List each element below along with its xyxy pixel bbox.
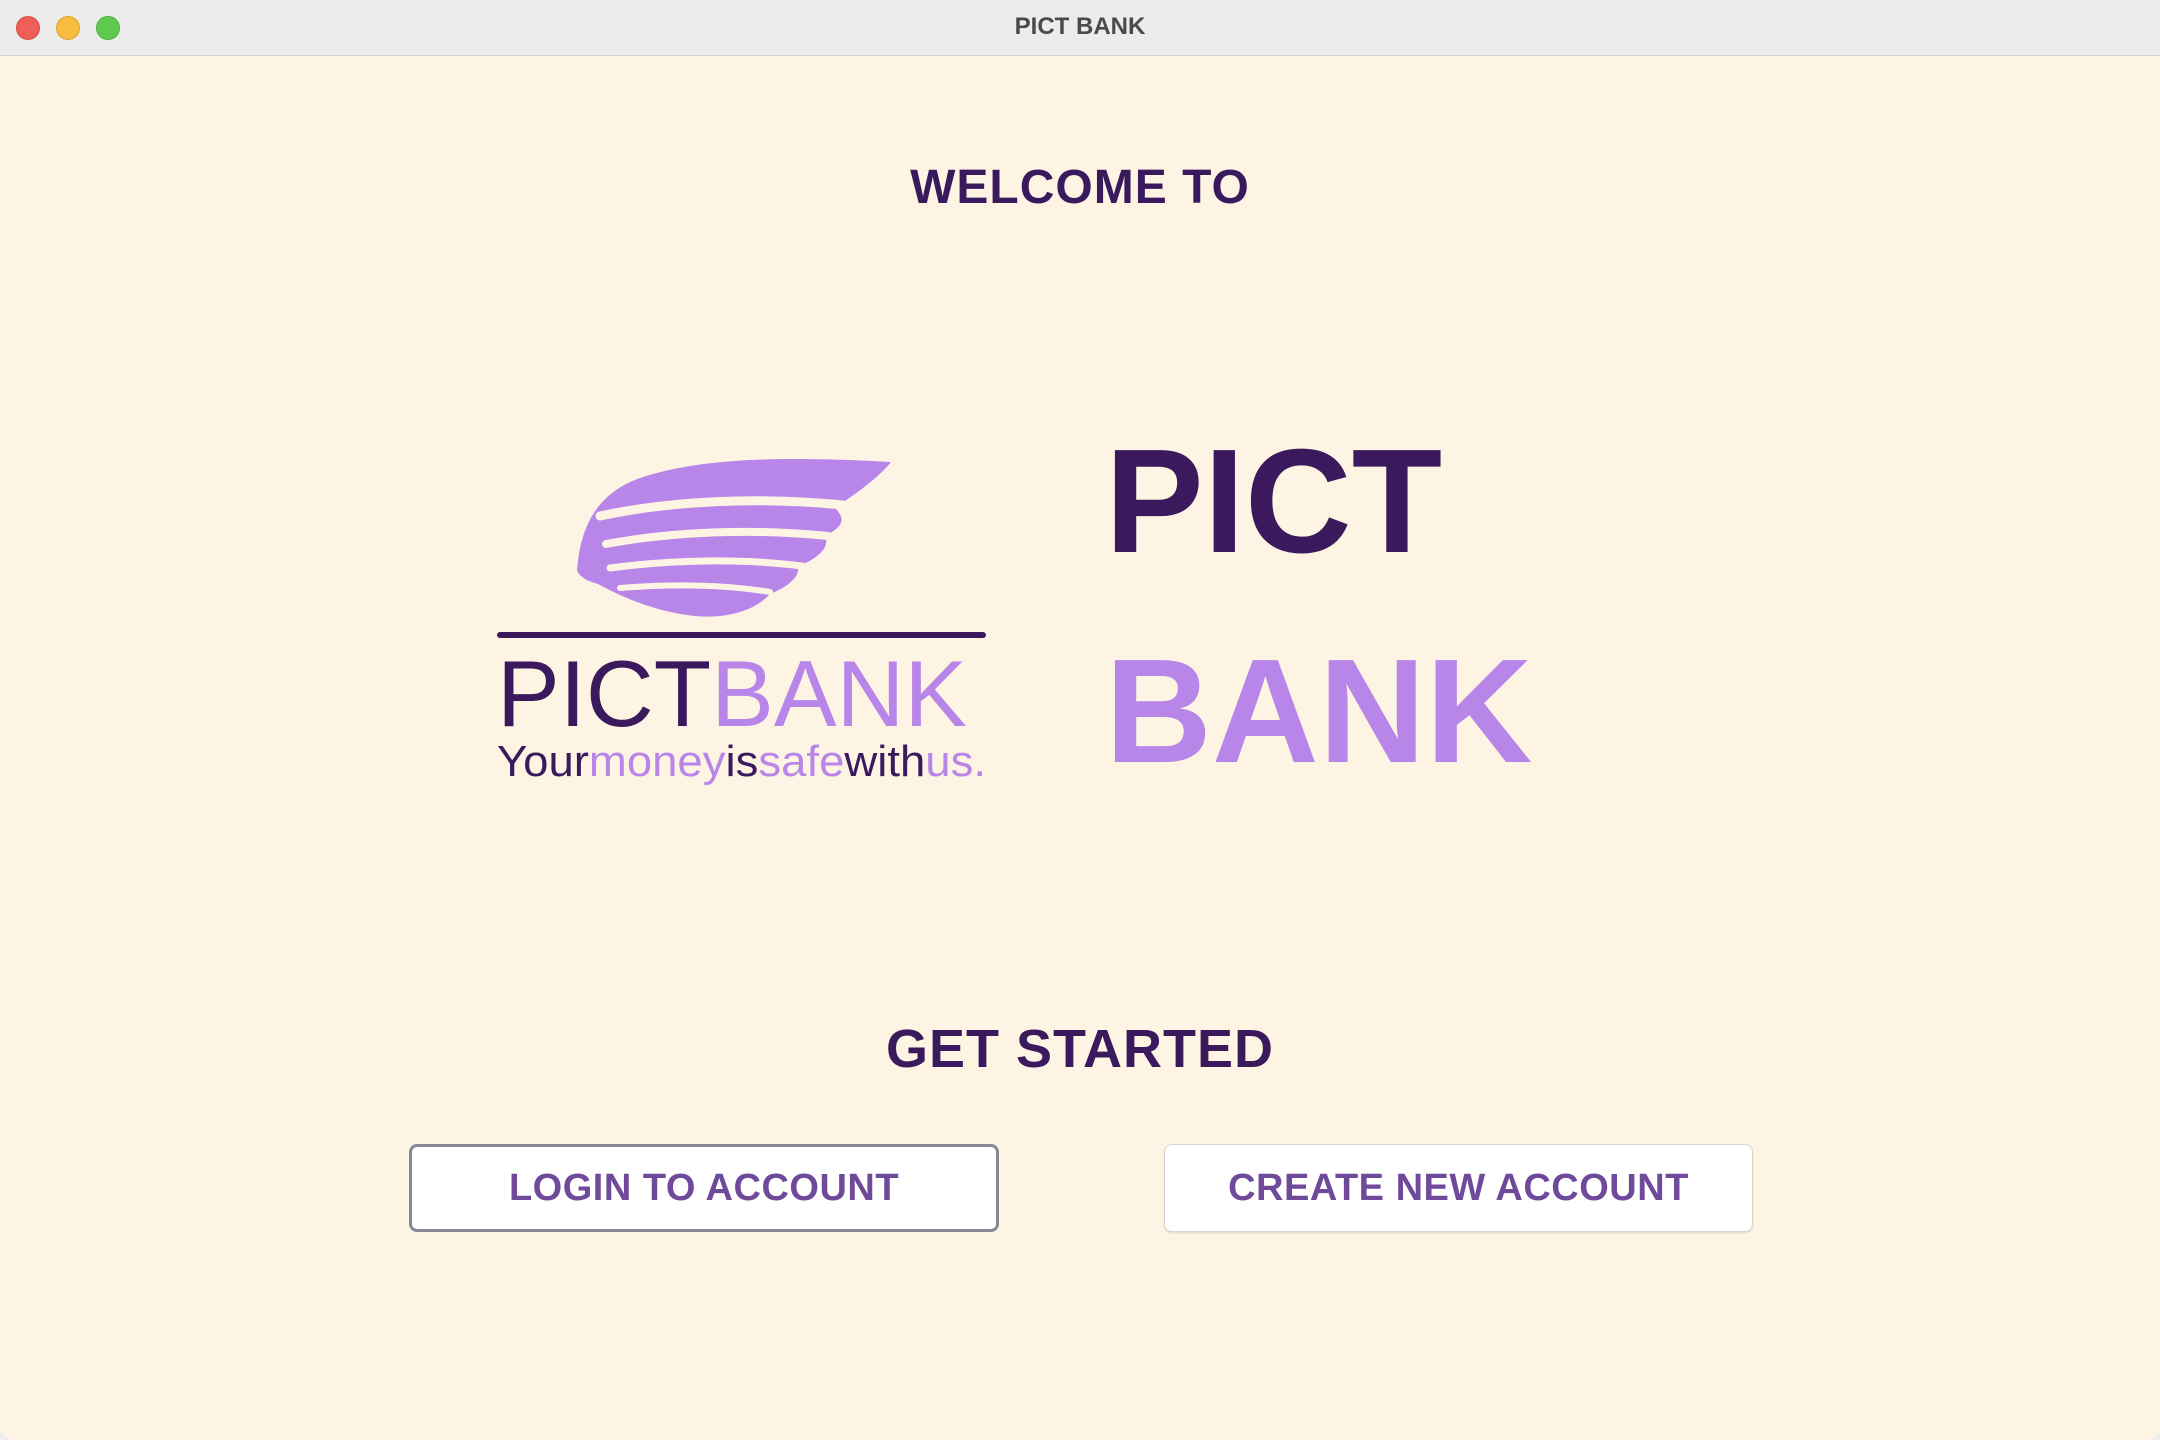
title-bar[interactable]: PICT BANK [0,0,2160,56]
wing-icon [577,459,891,617]
svg-text:PICTBANK: PICTBANK [497,641,967,746]
logo-tagline: Yourmoney issafewithus. [497,737,986,786]
login-to-account-button[interactable]: LOGIN TO ACCOUNT [409,1144,999,1232]
get-started-heading: GET STARTED [886,1019,1274,1079]
logo-divider [497,632,986,638]
welcome-heading: WELCOME TO [910,161,1250,214]
tagline-word: Your [497,737,589,786]
login-button-label: LOGIN TO ACCOUNT [508,1166,900,1209]
app-window: PICT BANK WELCOME TO PICTBANK Yourmoney i… [0,0,2160,1440]
logo-word-bank: BANK [711,641,967,746]
tagline-word: money [589,737,726,786]
create-button-label: CREATE NEW ACCOUNT [1228,1166,1689,1209]
tagline-word: is [726,737,759,786]
tagline-word: us. [925,737,986,786]
tagline-word: safe [758,737,844,786]
logo-word-pict: PICT [497,641,711,746]
pict-bank-logo: PICTBANK Yourmoney issafewithus. [497,459,986,786]
brand-title-bank: BANK [1105,629,1533,794]
brand-title-pict: PICT [1105,419,1443,584]
create-new-account-button[interactable]: CREATE NEW ACCOUNT [1164,1144,1753,1232]
window-title: PICT BANK [1014,13,1146,40]
welcome-screen: WELCOME TO PICTBANK Yourmoney issafewithu… [0,56,2160,1440]
tagline-word: with [843,737,925,786]
